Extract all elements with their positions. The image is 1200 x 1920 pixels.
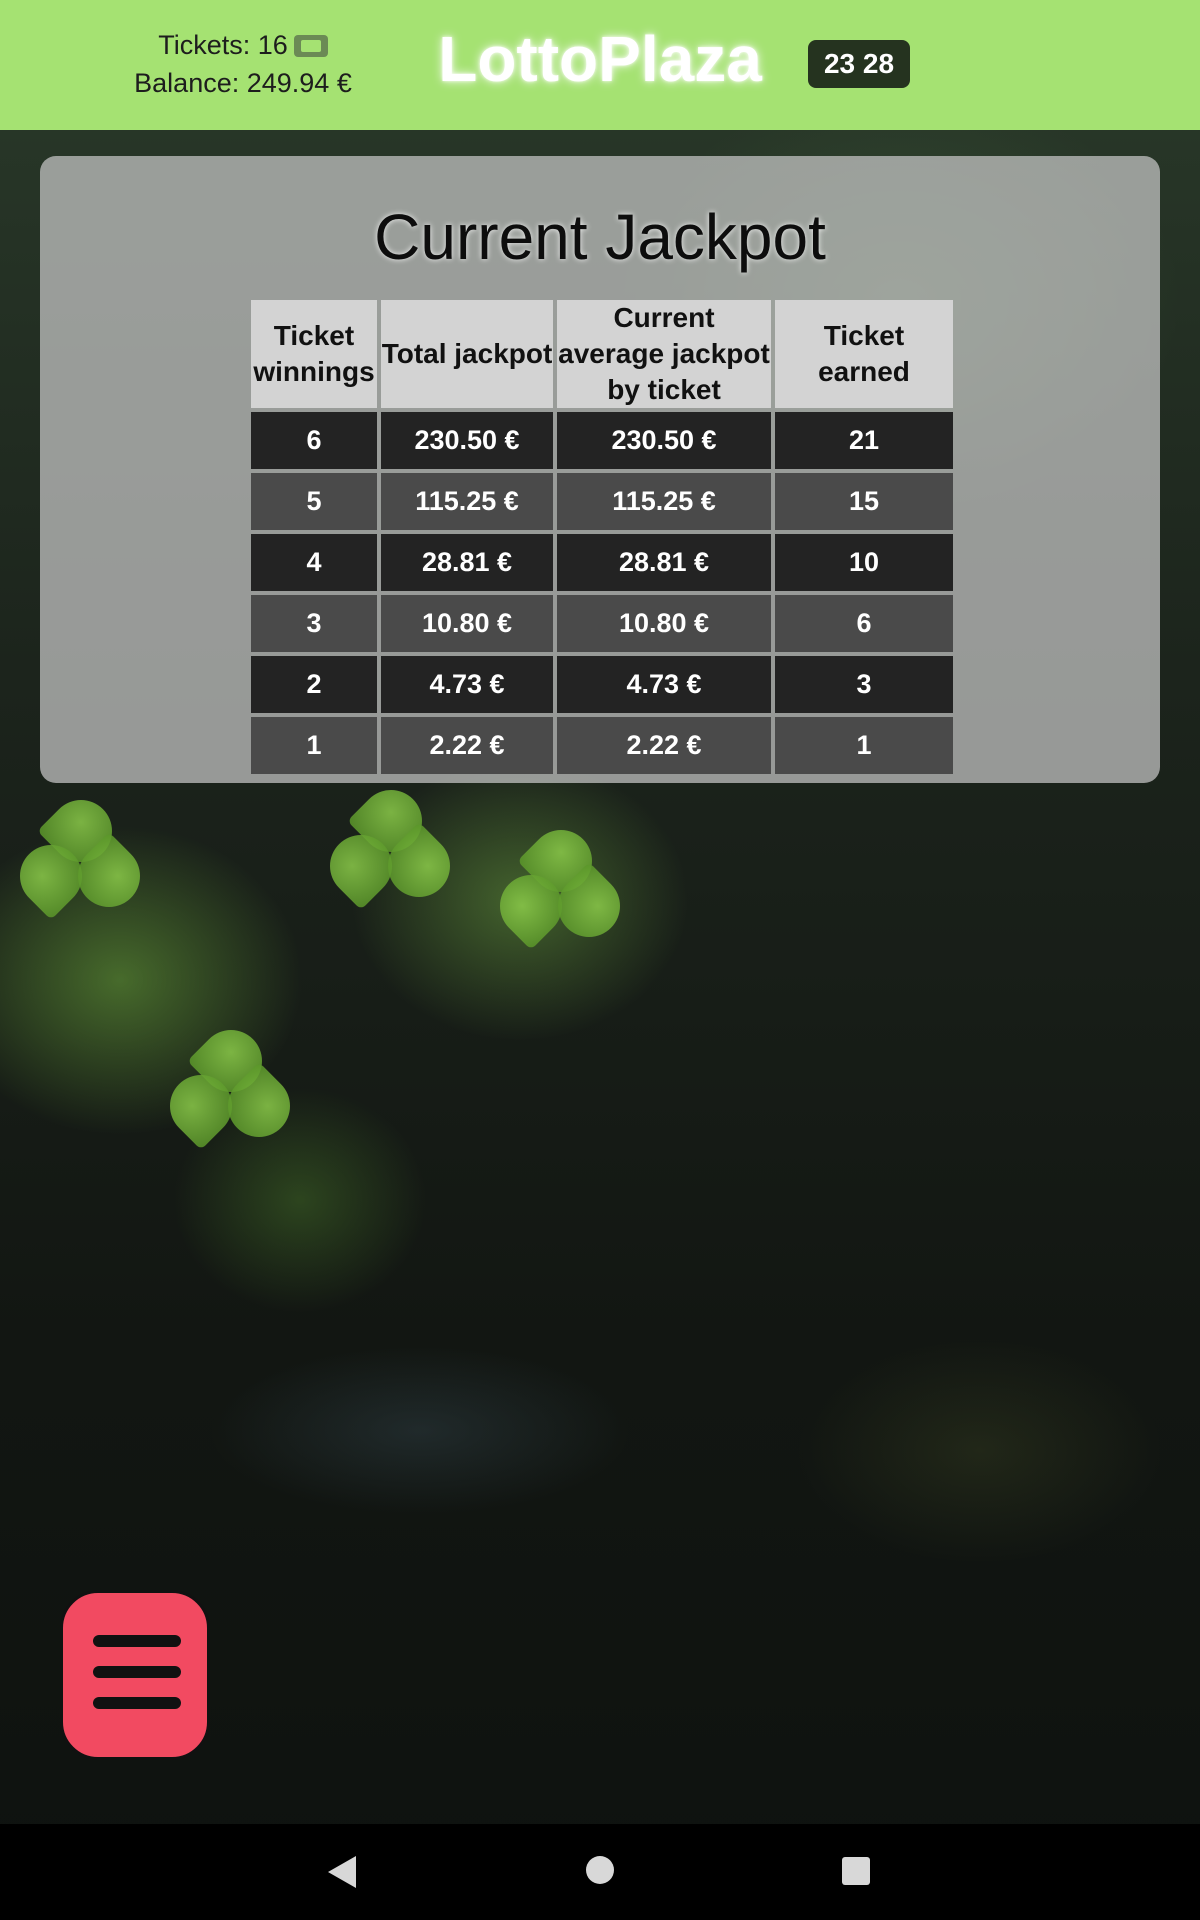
- tickets-label: Tickets: 16: [158, 30, 288, 60]
- table-cell: 115.25 €: [557, 473, 771, 530]
- system-navigation-bar: [0, 1824, 1200, 1920]
- clover-decoration: [487, 817, 633, 950]
- table-cell: 5: [251, 473, 377, 530]
- table-row: 4 28.81 € 28.81 € 10: [251, 534, 953, 591]
- tickets-count: Tickets: 16: [118, 26, 368, 64]
- column-header-ticket-earned: Ticket earned: [775, 300, 953, 408]
- table-row: 1 2.22 € 2.22 € 1: [251, 717, 953, 774]
- table-cell: 1: [251, 717, 377, 774]
- table-cell: 6: [775, 595, 953, 652]
- column-header-ticket-winnings: Ticket winnings: [251, 300, 377, 408]
- table-cell: 10: [775, 534, 953, 591]
- hamburger-menu-icon: [93, 1635, 181, 1647]
- clover-decoration: [7, 787, 153, 920]
- hamburger-menu-icon: [93, 1666, 181, 1678]
- table-cell: 28.81 €: [381, 534, 553, 591]
- draw-timer: 23 28: [808, 40, 910, 88]
- hamburger-menu-icon: [93, 1697, 181, 1709]
- table-cell: 4.73 €: [557, 656, 771, 713]
- page-title: Current Jackpot: [374, 201, 826, 273]
- table-cell: 230.50 €: [557, 412, 771, 469]
- table-cell: 21: [775, 412, 953, 469]
- jackpot-table: Ticket winnings Total jackpot Current av…: [247, 296, 957, 778]
- menu-button[interactable]: [60, 1590, 210, 1760]
- back-icon[interactable]: [328, 1856, 356, 1888]
- table-cell: 3: [775, 656, 953, 713]
- table-row: 6 230.50 € 230.50 € 21: [251, 412, 953, 469]
- jackpot-panel: Current Jackpot Ticket winnings Total ja…: [40, 156, 1160, 783]
- table-cell: 115.25 €: [381, 473, 553, 530]
- recents-icon[interactable]: [842, 1857, 870, 1885]
- table-cell: 10.80 €: [557, 595, 771, 652]
- column-header-average-jackpot: Current average jackpot by ticket: [557, 300, 771, 408]
- player-stats: Tickets: 16 Balance: 249.94 €: [118, 26, 368, 102]
- app-logo: LottoPlaza: [438, 23, 762, 95]
- table-row: 5 115.25 € 115.25 € 15: [251, 473, 953, 530]
- top-bar: Tickets: 16 Balance: 249.94 € LottoPlaza…: [0, 0, 1200, 130]
- table-cell: 4.73 €: [381, 656, 553, 713]
- table-cell: 1: [775, 717, 953, 774]
- table-cell: 4: [251, 534, 377, 591]
- table-row: 2 4.73 € 4.73 € 3: [251, 656, 953, 713]
- table-cell: 2: [251, 656, 377, 713]
- home-icon[interactable]: [586, 1856, 614, 1884]
- table-row: 3 10.80 € 10.80 € 6: [251, 595, 953, 652]
- column-header-total-jackpot: Total jackpot: [381, 300, 553, 408]
- table-cell: 15: [775, 473, 953, 530]
- table-cell: 2.22 €: [557, 717, 771, 774]
- table-cell: 28.81 €: [557, 534, 771, 591]
- clover-decoration: [317, 777, 463, 910]
- table-cell: 2.22 €: [381, 717, 553, 774]
- balance-label: Balance: 249.94 €: [134, 68, 352, 98]
- table-cell: 10.80 €: [381, 595, 553, 652]
- table-cell: 230.50 €: [381, 412, 553, 469]
- ticket-icon: [293, 35, 328, 57]
- table-cell: 3: [251, 595, 377, 652]
- clover-decoration: [157, 1017, 303, 1150]
- table-header-row: Ticket winnings Total jackpot Current av…: [251, 300, 953, 408]
- table-cell: 6: [251, 412, 377, 469]
